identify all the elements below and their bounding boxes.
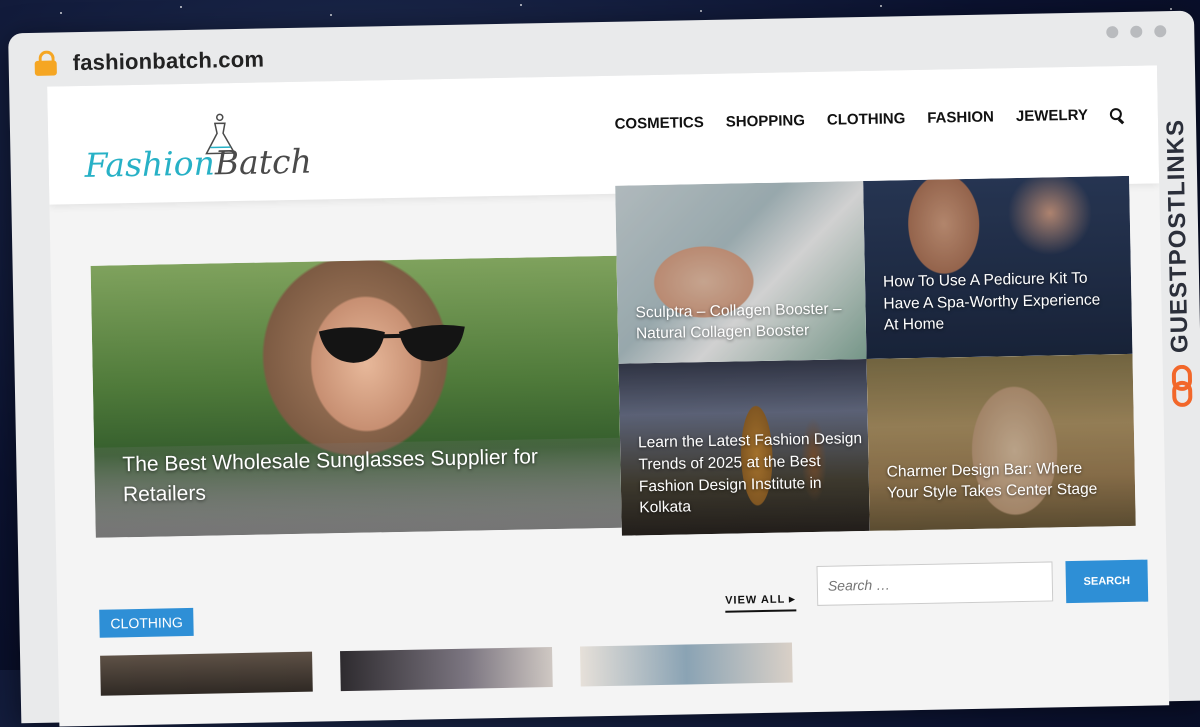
browser-window: fashionbatch.com FashionBatch COSMETICS …	[8, 10, 1200, 727]
featured-post[interactable]: How To Use A Pedicure Kit To Have A Spa-…	[863, 175, 1133, 359]
lock-icon	[34, 50, 57, 76]
chain-link-icon	[1171, 364, 1193, 407]
web-page: FashionBatch COSMETICS SHOPPING CLOTHING…	[47, 65, 1170, 727]
view-all-link[interactable]: VIEW ALL ▸	[724, 592, 796, 613]
url-text[interactable]: fashionbatch.com	[72, 46, 264, 76]
featured-title[interactable]: Learn the Latest Fashion Design Trends o…	[638, 428, 870, 519]
main-nav: COSMETICS SHOPPING CLOTHING FASHION JEWE…	[614, 106, 1125, 133]
category-badge-clothing[interactable]: CLOTHING	[99, 607, 195, 638]
nav-item-fashion[interactable]: FASHION	[927, 108, 994, 126]
window-dot-icon[interactable]	[1154, 25, 1167, 38]
post-thumbnail[interactable]	[579, 642, 793, 687]
watermark-banner: GUESTPOSTLINKS	[1157, 59, 1200, 407]
window-controls	[1106, 25, 1167, 39]
watermark-text: GUESTPOSTLINKS	[1161, 118, 1194, 354]
logo-fashion-text: Fashion	[84, 143, 216, 185]
nav-item-clothing[interactable]: CLOTHING	[827, 110, 906, 129]
sidebar-search: SEARCH	[816, 559, 1149, 608]
logo-batch-text: Batch	[214, 141, 313, 183]
nav-item-jewelry[interactable]: JEWELRY	[1016, 107, 1088, 125]
featured-title[interactable]: Charmer Design Bar: Where Your Style Tak…	[886, 457, 1117, 505]
window-dot-icon[interactable]	[1106, 26, 1119, 39]
post-thumbnail[interactable]	[100, 651, 313, 696]
nav-item-cosmetics[interactable]: COSMETICS	[614, 114, 703, 133]
sunglasses-image	[318, 324, 465, 363]
featured-title[interactable]: How To Use A Pedicure Kit To Have A Spa-…	[883, 267, 1114, 336]
nav-item-shopping[interactable]: SHOPPING	[726, 112, 805, 131]
featured-post[interactable]: Sculptra – Collagen Booster – Natural Co…	[615, 180, 867, 364]
logo-text: FashionBatch	[84, 142, 312, 185]
search-button[interactable]: SEARCH	[1065, 559, 1149, 604]
featured-title[interactable]: Sculptra – Collagen Booster – Natural Co…	[635, 298, 866, 346]
site-logo[interactable]: FashionBatch	[84, 112, 312, 191]
search-icon[interactable]	[1109, 107, 1125, 124]
window-dot-icon[interactable]	[1130, 25, 1143, 38]
featured-post[interactable]: Charmer Design Bar: Where Your Style Tak…	[866, 353, 1136, 531]
search-input[interactable]	[816, 561, 1054, 606]
featured-title[interactable]: The Best Wholesale Sunglasses Supplier f…	[122, 442, 583, 510]
featured-post[interactable]: Learn the Latest Fashion Design Trends o…	[618, 358, 870, 536]
featured-post-main[interactable]: The Best Wholesale Sunglasses Supplier f…	[90, 255, 622, 538]
post-thumbnail[interactable]	[340, 647, 553, 692]
